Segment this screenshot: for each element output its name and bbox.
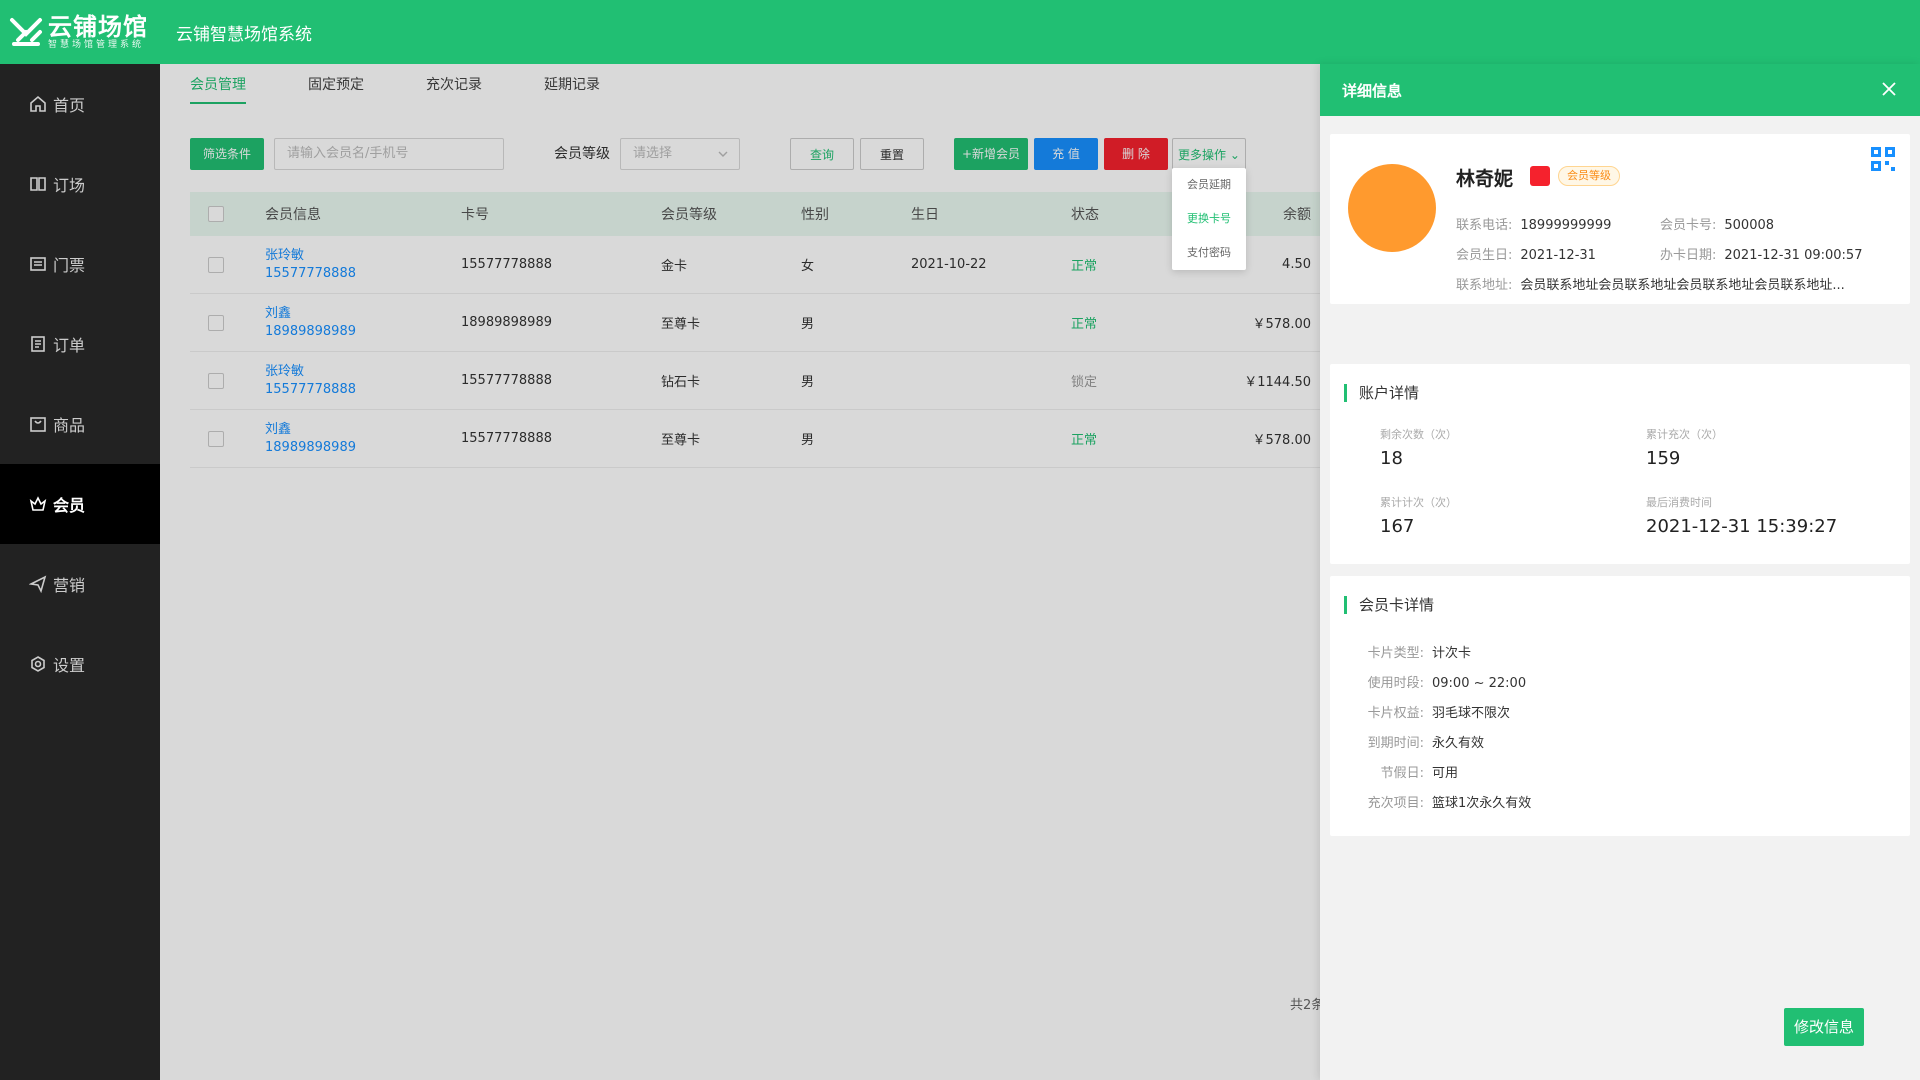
stat-key: 最后消费时间 (1646, 496, 1712, 509)
menu-item-change-card[interactable]: 更换卡号 (1172, 202, 1246, 236)
account-section-title: 账户详情 (1344, 384, 1419, 402)
card-detail-row: 卡片类型: 计次卡 (1344, 642, 1471, 661)
close-icon[interactable] (1878, 78, 1900, 100)
sidebar-item-label: 首页 (53, 96, 86, 115)
card-detail-row: 卡片权益: 羽毛球不限次 (1344, 702, 1510, 721)
order-icon (29, 335, 47, 353)
stat-key: 累计计次（次） (1380, 496, 1457, 509)
sidebar-item-label: 门票 (53, 256, 86, 275)
member-card-detail: 会员卡详情 卡片类型: 计次卡 使用时段: 09:00 ~ 22:00 卡片权益: 羽… (1330, 576, 1910, 836)
sidebar-item-label: 商品 (53, 416, 86, 435)
card-section-title: 会员卡详情 (1344, 596, 1434, 614)
edit-info-button[interactable]: 修改信息 (1784, 1008, 1864, 1046)
birthday-value: 2021-12-31 (1520, 248, 1596, 263)
logo-title: 云铺场馆 (48, 13, 148, 41)
stat-key: 累计充次（次） (1646, 428, 1723, 441)
detail-key: 充次项目: (1367, 796, 1424, 811)
sidebar: 首页 订场 门票 订单 商品 会员 营销 设置 (0, 64, 160, 1080)
logo: 云铺场馆 智慧场馆管理系统 (6, 12, 166, 52)
menu-item-pay-password[interactable]: 支付密码 (1172, 236, 1246, 270)
settings-icon (29, 655, 47, 673)
detail-drawer: 详细信息 林奇妮 会员等级 联系电话: 18999999999 会员卡号: 5000… (1320, 64, 1920, 1080)
birthday-row: 会员生日: 2021-12-31 (1456, 244, 1596, 263)
search-tag-icon (1530, 166, 1550, 186)
sidebar-item-label: 会员 (53, 496, 86, 515)
avatar (1348, 164, 1436, 252)
more-actions-menu: 会员延期 更换卡号 支付密码 (1172, 168, 1246, 270)
card-key: 会员卡号: (1660, 218, 1717, 233)
stat-last-consume: 最后消费时间 2021-12-31 15:39:27 (1646, 494, 1837, 537)
detail-value: 计次卡 (1432, 646, 1472, 661)
detail-key: 卡片类型: (1367, 646, 1424, 661)
ticket-icon (29, 255, 47, 273)
card-no-row: 会员卡号: 500008 (1660, 214, 1774, 233)
detail-key: 节假日: (1380, 766, 1424, 781)
book-icon (29, 175, 47, 193)
drawer-title: 详细信息 (1342, 81, 1403, 100)
stat-key: 剩余次数（次） (1380, 428, 1457, 441)
card-detail-row: 使用时段: 09:00 ~ 22:00 (1344, 672, 1526, 691)
phone-value: 18999999999 (1520, 218, 1612, 233)
detail-key: 使用时段: (1367, 676, 1424, 691)
address-key: 联系地址: (1456, 278, 1513, 293)
qrcode-icon[interactable] (1870, 146, 1896, 172)
detail-value: 09:00 ~ 22:00 (1432, 676, 1527, 691)
stat-value: 18 (1380, 448, 1403, 469)
sidebar-item-marketing[interactable]: 营销 (0, 544, 160, 624)
logo-icon (6, 12, 46, 52)
app-header: 云铺场馆 智慧场馆管理系统 云铺智慧场馆系统 (0, 0, 1920, 64)
sidebar-item-settings[interactable]: 设置 (0, 624, 160, 704)
drawer-mask[interactable] (160, 64, 1480, 1080)
stat-total-recharge: 累计充次（次） 159 (1646, 426, 1723, 469)
phone-row: 联系电话: 18999999999 (1456, 214, 1611, 233)
stat-remaining: 剩余次数（次） 18 (1380, 426, 1457, 469)
detail-value: 羽毛球不限次 (1432, 706, 1511, 721)
birthday-key: 会员生日: (1456, 248, 1513, 263)
sidebar-item-label: 订单 (53, 336, 86, 355)
sidebar-item-label: 营销 (53, 576, 86, 595)
sidebar-item-label: 订场 (53, 176, 86, 195)
stat-value: 2021-12-31 15:39:27 (1646, 516, 1838, 537)
member-icon (29, 495, 47, 513)
address-row: 联系地址: 会员联系地址会员联系地址会员联系地址会员联系地址... (1456, 274, 1845, 293)
issue-value: 2021-12-31 09:00:57 (1724, 248, 1863, 263)
sidebar-item-label: 设置 (53, 656, 86, 675)
card-value: 500008 (1724, 218, 1775, 233)
account-card: 账户详情 剩余次数（次） 18 累计充次（次） 159 累计计次（次） 167 最后消… (1330, 364, 1910, 564)
drawer-header: 详细信息 (1320, 64, 1920, 116)
member-name: 林奇妮 (1456, 168, 1514, 190)
stat-value: 167 (1380, 516, 1415, 537)
sidebar-item-tickets[interactable]: 门票 (0, 224, 160, 304)
phone-key: 联系电话: (1456, 218, 1513, 233)
detail-value: 永久有效 (1432, 736, 1485, 751)
system-title: 云铺智慧场馆系统 (176, 24, 312, 45)
menu-item-extend[interactable]: 会员延期 (1172, 168, 1246, 202)
sidebar-item-members[interactable]: 会员 (0, 464, 160, 544)
detail-value: 篮球1次永久有效 (1432, 796, 1532, 811)
card-detail-row: 到期时间: 永久有效 (1344, 732, 1484, 751)
stat-value: 159 (1646, 448, 1681, 469)
sidebar-item-goods[interactable]: 商品 (0, 384, 160, 464)
detail-key: 卡片权益: (1367, 706, 1424, 721)
level-badge: 会员等级 (1558, 166, 1620, 186)
home-icon (29, 95, 47, 113)
marketing-icon (29, 575, 47, 593)
issue-key: 办卡日期: (1660, 248, 1717, 263)
card-detail-row: 节假日: 可用 (1344, 762, 1458, 781)
detail-value: 可用 (1432, 766, 1459, 781)
stat-total-used: 累计计次（次） 167 (1380, 494, 1457, 537)
address-value: 会员联系地址会员联系地址会员联系地址会员联系地址... (1520, 278, 1845, 293)
logo-subtitle: 智慧场馆管理系统 (48, 40, 145, 50)
goods-icon (29, 415, 47, 433)
sidebar-item-orders[interactable]: 订单 (0, 304, 160, 384)
sidebar-item-home[interactable]: 首页 (0, 64, 160, 144)
issue-date-row: 办卡日期: 2021-12-31 09:00:57 (1660, 244, 1862, 263)
card-detail-row: 充次项目: 篮球1次永久有效 (1344, 792, 1532, 811)
sidebar-item-booking[interactable]: 订场 (0, 144, 160, 224)
profile-card: 林奇妮 会员等级 联系电话: 18999999999 会员卡号: 500008 会员… (1330, 134, 1910, 304)
detail-key: 到期时间: (1367, 736, 1424, 751)
